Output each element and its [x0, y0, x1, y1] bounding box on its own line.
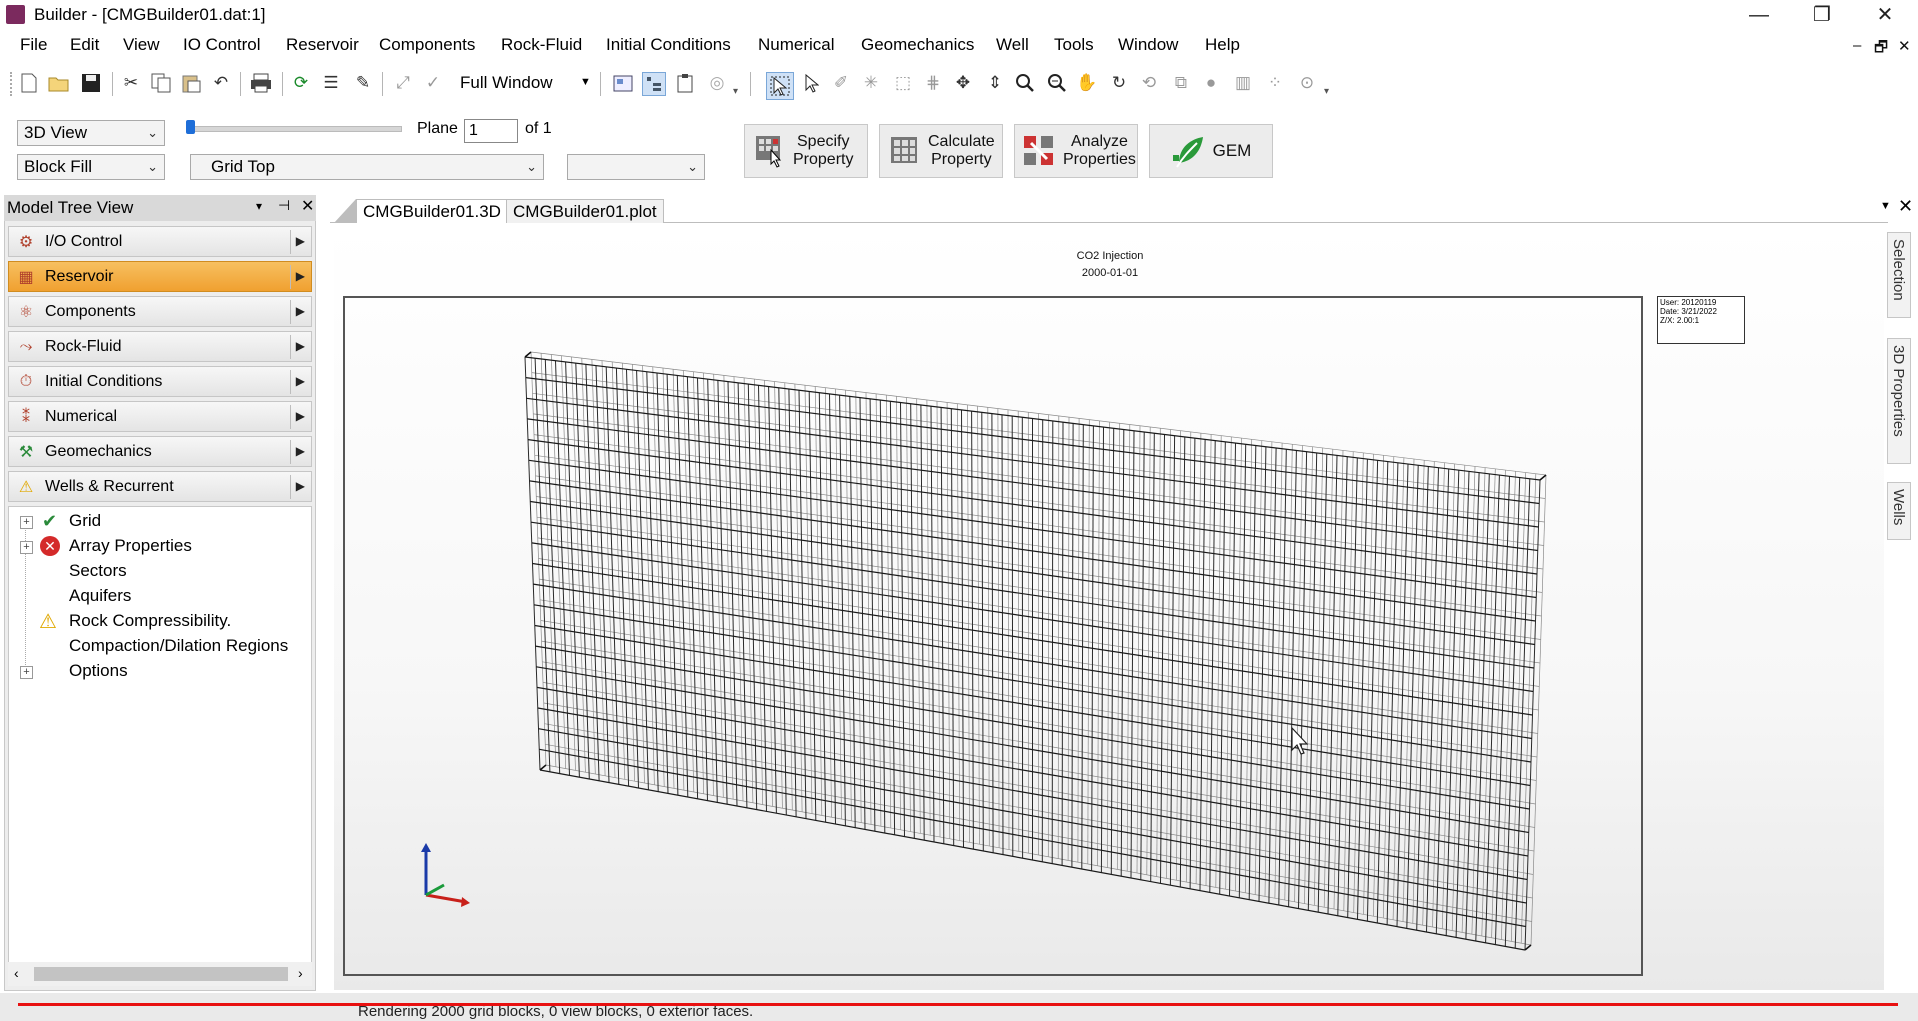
- side-tab-label: 3D Properties: [1890, 345, 1907, 437]
- grid-line: [539, 764, 547, 771]
- side-tab-label: Selection: [1890, 239, 1907, 301]
- side-tab-selection[interactable]: Selection: [1887, 232, 1911, 318]
- grid-line: [1539, 474, 1547, 481]
- status-progress-line: [18, 1003, 1898, 1006]
- side-tab-label: Wells: [1890, 489, 1907, 526]
- grid-mesh-layer: [421, 351, 1547, 951]
- reservoir-grid-mesh: [524, 351, 1547, 951]
- mouse-cursor: [1291, 726, 1309, 755]
- side-tab-3d-properties[interactable]: 3D Properties: [1887, 338, 1911, 464]
- status-bar: [0, 993, 1918, 1021]
- grid-line: [1524, 944, 1532, 951]
- grid-line: [524, 351, 532, 358]
- axis-triad-icon: [421, 843, 470, 907]
- side-tab-wells[interactable]: Wells: [1887, 482, 1911, 540]
